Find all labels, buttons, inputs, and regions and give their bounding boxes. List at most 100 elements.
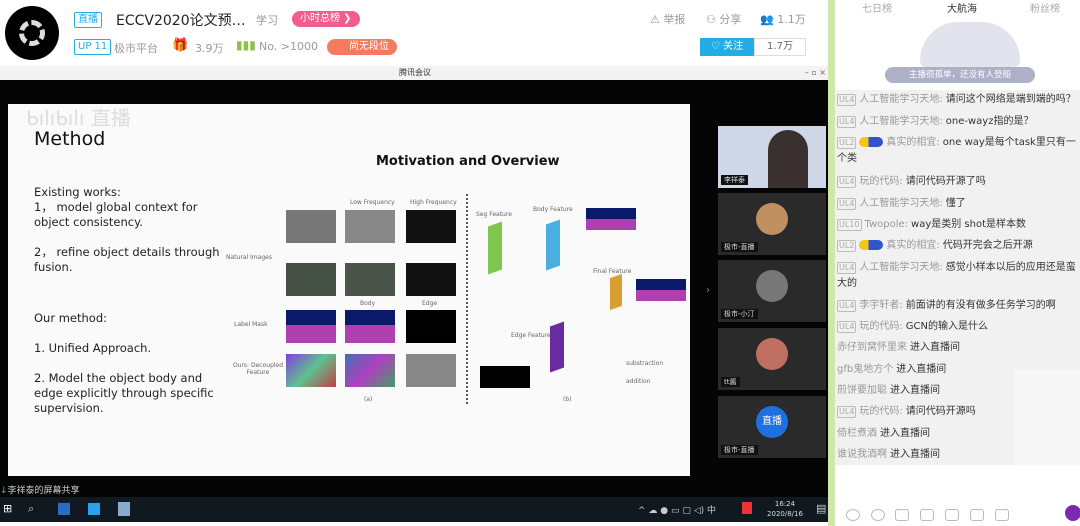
share-button[interactable]: ⚇ 分享: [706, 11, 741, 27]
hour-rank-badge[interactable]: 小时总榜 ❯: [292, 11, 360, 27]
chat-text: 代码开完会之后开源: [942, 240, 1033, 251]
windows-start-icon[interactable]: ⊞: [3, 502, 12, 515]
label-seg-feature: Seg Feature: [476, 211, 512, 218]
chat-text: 进入直播间: [890, 449, 940, 460]
gift-count: 3.9万: [195, 42, 224, 55]
streamer-name[interactable]: 极市平台: [114, 40, 158, 56]
chat-message: UL10 Twopole: way是类别 shot是样本数: [837, 217, 1077, 233]
label-decoupled: Ours: Decoupled Feature: [232, 362, 284, 376]
chat-username[interactable]: 玩的代码:: [859, 176, 902, 187]
settings-icon[interactable]: [995, 509, 1009, 521]
chat-username[interactable]: 人工智能学习天地:: [859, 94, 942, 105]
participant-tile[interactable]: 极市-小汀: [718, 260, 826, 322]
chat-username[interactable]: 煎饼要加聪: [837, 385, 887, 396]
edit-icon[interactable]: [970, 509, 984, 521]
edge-feature-block: [550, 321, 564, 373]
participant-tile[interactable]: 极市-直播: [718, 193, 826, 255]
chat-message: UL4 人工智能学习天地: 感觉小样本以后的应用还是蛮大的: [837, 260, 1077, 292]
star-icon[interactable]: [895, 509, 909, 521]
sogou-icon[interactable]: [742, 502, 752, 514]
image-decoupled-edge: [406, 354, 456, 387]
screen-share-label: ↓李祥泰的屏幕共享: [0, 486, 80, 496]
emoji-icon[interactable]: [846, 509, 860, 521]
image-final-output: [636, 279, 686, 301]
participant-name: 李祥泰: [721, 175, 748, 185]
side-panel: 七日榜 大航海 粉丝榜 主播很孤单，还没有人登船 UL4 人工智能学习天地: 请问这…: [835, 0, 1080, 526]
participant-tile[interactable]: 李祥泰: [718, 126, 826, 188]
image-mask-edge: [406, 310, 456, 343]
people-icon: 👥: [760, 13, 774, 26]
label-edge-feature: Edge Feature: [511, 332, 551, 339]
tab-seven-day[interactable]: 七日榜: [837, 0, 917, 15]
word-icon[interactable]: [58, 503, 70, 515]
chat-username[interactable]: 人工智能学习天地:: [859, 116, 942, 127]
streamer-avatar[interactable]: [5, 6, 59, 60]
user-level-badge: UL4: [837, 300, 857, 312]
search-icon[interactable]: ⌕: [28, 502, 34, 516]
app-icon[interactable]: [118, 502, 130, 516]
panel-expand-icon[interactable]: ›: [706, 285, 710, 296]
chat-username[interactable]: 倚栏煮酒: [837, 428, 877, 439]
user-level-badge: UL4: [837, 262, 857, 274]
fan-medal-icon: [859, 137, 884, 147]
live-avatar: 直播: [756, 406, 788, 438]
follow-button[interactable]: ♡ 关注: [700, 38, 754, 56]
scroll-strip: [828, 0, 835, 526]
clock[interactable]: 16:24 2020/8/16: [760, 499, 810, 519]
our-method: Our method: 1. Unified Approach. 2. Model …: [34, 311, 214, 415]
shared-slide: ᑲılıᑲılı 直播 Method Existing works: 1， mod…: [8, 104, 690, 476]
chat-username[interactable]: Twopole:: [865, 219, 909, 230]
chat-message: UL4 玩的代码: GCN的输入是什么: [837, 319, 1077, 335]
tray-icons[interactable]: ^ ☁ ● ▭ ▢ ◁) 中: [638, 503, 716, 516]
danmaku-toggle-icon[interactable]: [1065, 505, 1080, 521]
chat-username[interactable]: 谁说我酒啊: [837, 449, 887, 460]
screen-icon[interactable]: [920, 509, 934, 521]
user-level-badge: UL2: [837, 240, 857, 252]
chat-text: way是类别 shot是样本数: [911, 219, 1027, 230]
chat-username[interactable]: 人工智能学习天地:: [859, 198, 942, 209]
chat-text: 进入直播间: [896, 364, 947, 375]
chat-username[interactable]: 李宇轩者:: [859, 300, 902, 311]
chat-username[interactable]: 赤仔到窝怀里来: [837, 342, 907, 353]
window-controls[interactable]: – ▫ ×: [805, 66, 826, 80]
user-level-badge: UL2: [837, 137, 857, 149]
chat-message: UL4 人工智能学习天地: one-wayz指的是？: [837, 114, 1077, 130]
notification-icon[interactable]: ▤: [816, 502, 826, 515]
chat-username[interactable]: 玩的代码:: [859, 321, 902, 332]
tab-guard[interactable]: 大航海: [922, 0, 1002, 15]
up-level-badge: UP 11: [74, 39, 112, 55]
chat-username[interactable]: 真实的相宜:: [886, 240, 939, 251]
empty-banner: 主播很孤单，还没有人登船: [885, 67, 1035, 83]
participant-tile[interactable]: 直播 极市-直播: [718, 396, 826, 458]
chat-text: one-wayz指的是？: [945, 116, 1034, 127]
participant-tile[interactable]: tt酱: [718, 328, 826, 390]
meeting-titlebar: 腾讯会议 – ▫ ×: [0, 66, 830, 80]
meeting-app-icon[interactable]: [88, 503, 100, 515]
category-link[interactable]: 学习: [256, 12, 278, 28]
chat-text: 请问代码开源吗: [905, 406, 976, 417]
share-icon: ⚇: [706, 13, 716, 26]
tab-fans[interactable]: 粉丝榜: [1005, 0, 1080, 15]
tier-badge[interactable]: 尚无段位: [327, 39, 397, 55]
image-mask-body: [345, 310, 395, 343]
chat-username[interactable]: 玩的代码:: [859, 406, 902, 417]
chat-username[interactable]: gfb鬼地方个: [837, 364, 893, 375]
report-button[interactable]: ⚠ 举报: [650, 11, 685, 27]
palette-icon[interactable]: [871, 509, 885, 521]
label-mask: Label Mask: [234, 321, 268, 328]
chat-username[interactable]: 真实的相宜:: [886, 137, 939, 148]
image-decoupled-body: [345, 354, 395, 387]
chat-text: 进入直播间: [890, 385, 940, 396]
image-street-low: [345, 263, 395, 296]
gift-panel-icon[interactable]: [945, 509, 959, 521]
existing-works: Existing works: 1， model global context f…: [34, 185, 220, 274]
meeting-title: 腾讯会议: [399, 68, 431, 77]
follower-count: 1.7万: [754, 38, 806, 56]
viewer-count: 👥 1.1万: [760, 13, 806, 26]
legend-subtraction: substraction: [626, 360, 664, 367]
image-lena-high: [406, 210, 456, 243]
live-tag: 直播: [74, 12, 102, 28]
user-level-badge: UL4: [837, 406, 857, 418]
chat-username[interactable]: 人工智能学习天地:: [859, 262, 942, 273]
room-header: 直播 ECCV2020论文预… 学习 小时总榜 ❯ ⚠ 举报 ⚇ 分享 👥 1.…: [0, 0, 830, 64]
